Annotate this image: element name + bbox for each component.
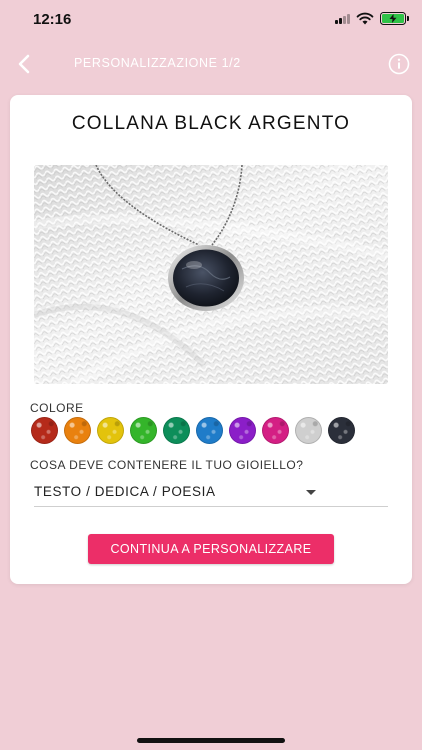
content-type-select[interactable]: TESTO / DEDICA / POESIA	[34, 479, 388, 507]
product-image	[34, 165, 388, 384]
nav-header: PERSONALIZZAZIONE 1/2	[0, 40, 422, 88]
product-title: COLLANA BLACK ARGENTO	[71, 113, 351, 134]
info-button[interactable]	[388, 53, 410, 75]
status-time: 12:16	[33, 11, 72, 28]
home-indicator	[137, 738, 285, 743]
color-swatch[interactable]	[328, 417, 355, 444]
color-swatch[interactable]	[130, 417, 157, 444]
dropdown-arrow-icon	[306, 490, 316, 495]
product-card: COLLANA BLACK ARGENTO COLORE COSA DEVE C…	[10, 95, 412, 584]
content-type-value: TESTO / DEDICA / POESIA	[34, 484, 216, 499]
color-swatch[interactable]	[295, 417, 322, 444]
back-button[interactable]	[12, 50, 36, 78]
battery-icon	[380, 12, 409, 25]
status-bar: 12:16	[0, 0, 422, 40]
color-label: COLORE	[30, 401, 84, 415]
color-swatch[interactable]	[229, 417, 256, 444]
chevron-left-icon	[18, 54, 30, 74]
info-circle-icon	[388, 53, 410, 75]
continue-customize-button[interactable]: CONTINUA A PERSONALIZZARE	[88, 534, 334, 564]
wifi-icon	[356, 12, 374, 25]
color-swatch[interactable]	[163, 417, 190, 444]
color-swatch[interactable]	[196, 417, 223, 444]
status-icons	[335, 12, 409, 25]
color-swatches	[31, 417, 355, 444]
color-swatch[interactable]	[262, 417, 289, 444]
color-swatch[interactable]	[31, 417, 58, 444]
cellular-signal-icon	[335, 13, 350, 24]
color-swatch[interactable]	[97, 417, 124, 444]
page-title: PERSONALIZZAZIONE 1/2	[74, 56, 241, 70]
content-question-label: COSA DEVE CONTENERE IL TUO GIOIELLO?	[30, 458, 304, 472]
color-swatch[interactable]	[64, 417, 91, 444]
